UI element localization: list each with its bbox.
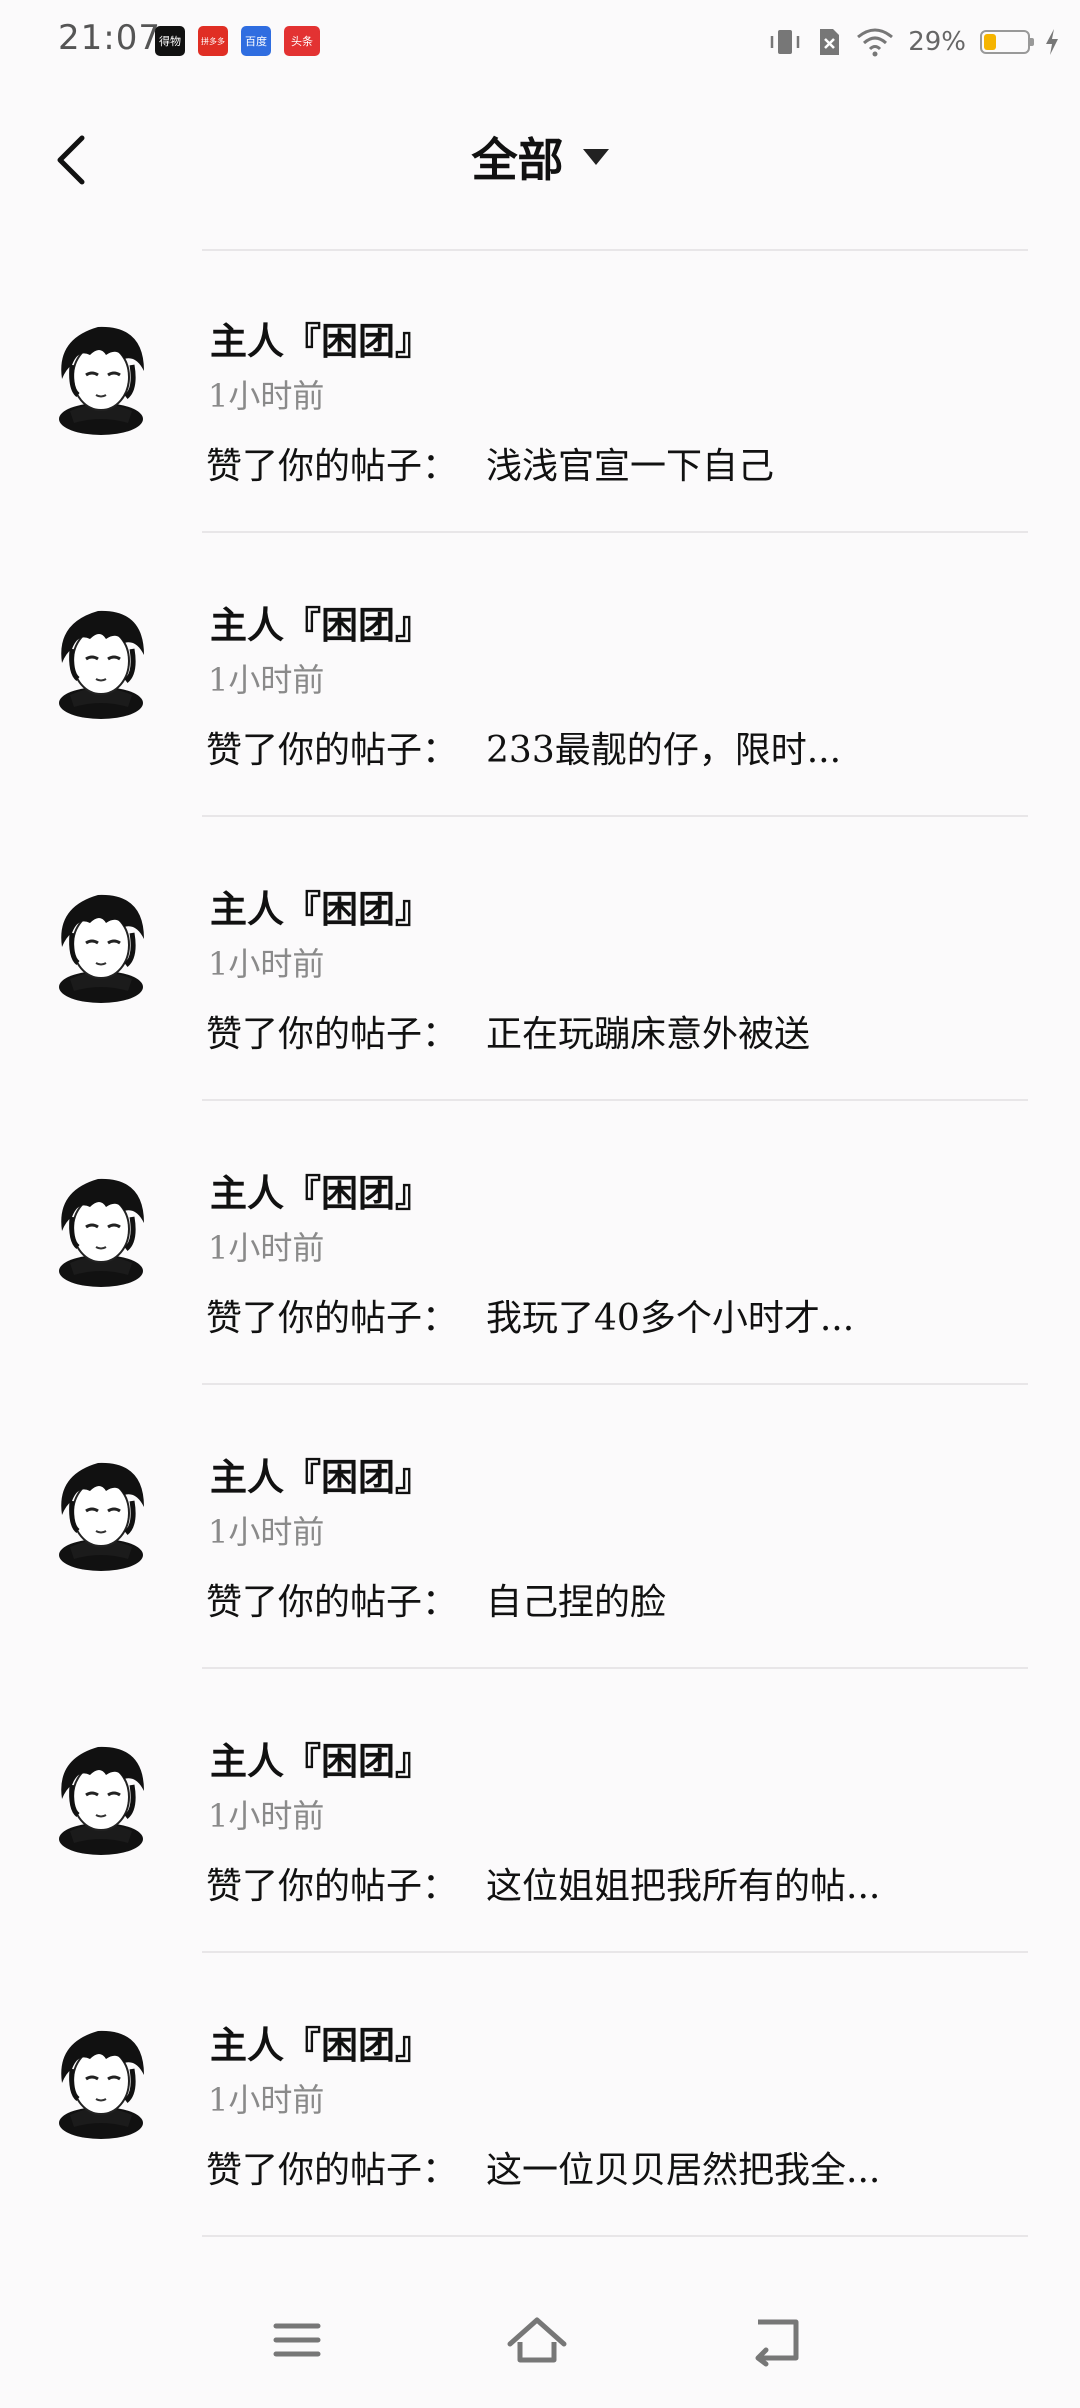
status-bar: 21:07 得物 拼多多 百度 头条 29% (0, 0, 1080, 80)
home-button[interactable] (502, 2310, 572, 2370)
avatar-icon (59, 1462, 144, 1571)
avatar[interactable] (48, 603, 154, 721)
user-name[interactable]: 主人『困团』 (210, 1447, 432, 1501)
avatar-icon (59, 2030, 144, 2139)
post-title[interactable]: 233最靓的仔，限时... (486, 730, 841, 771)
user-name[interactable]: 主人『困团』 (210, 595, 432, 649)
avatar[interactable] (48, 2023, 154, 2141)
user-name[interactable]: 主人『困团』 (210, 1731, 432, 1785)
charging-icon (1046, 29, 1058, 55)
user-name[interactable]: 主人『困团』 (210, 2015, 432, 2069)
like-action-label: 赞了你的帖子： (206, 730, 459, 771)
notification-text: 赞了你的帖子： 我玩了40多个小时才... (206, 1289, 854, 1341)
notification-item[interactable]: 主人『困团』 1小时前 赞了你的帖子： 233最靓的仔，限时... (0, 533, 1080, 817)
battery-fill (984, 34, 996, 50)
item-divider (202, 2235, 1028, 2237)
system-nav-bar (0, 2290, 1080, 2390)
avatar[interactable] (48, 887, 154, 1005)
notification-time: 1小时前 (208, 1513, 325, 1551)
notification-item[interactable]: 主人『困团』 1小时前 赞了你的帖子： 正在玩蹦床意外被送 (0, 817, 1080, 1101)
toutiao-app-icon: 头条 (284, 26, 320, 56)
notification-time: 1小时前 (208, 2081, 325, 2119)
user-name[interactable]: 主人『困团』 (210, 1163, 432, 1217)
post-title[interactable]: 正在玩蹦床意外被送 (486, 1014, 810, 1055)
notification-time: 1小时前 (208, 1229, 325, 1267)
avatar-icon (59, 894, 144, 1003)
menu-icon (273, 2323, 321, 2357)
user-name[interactable]: 主人『困团』 (210, 311, 432, 365)
notification-text: 赞了你的帖子： 浅浅官宣一下自己 (206, 437, 774, 489)
battery-icon (980, 30, 1034, 54)
like-action-label: 赞了你的帖子： (206, 1866, 459, 1907)
like-action-label: 赞了你的帖子： (206, 1014, 459, 1055)
notification-item[interactable]: 主人『困团』 1小时前 赞了你的帖子： 这一位贝贝居然把我全... (0, 1953, 1080, 2237)
caret-down-icon (582, 149, 609, 165)
return-button[interactable] (742, 2310, 812, 2370)
avatar[interactable] (48, 1739, 154, 1857)
filter-dropdown[interactable]: 全部 (0, 124, 1080, 190)
avatar-icon (59, 1178, 144, 1287)
header: 全部 (0, 110, 1080, 210)
post-title[interactable]: 浅浅官宣一下自己 (486, 446, 774, 487)
vibrate-icon (770, 30, 800, 54)
page-title: 全部 (471, 133, 564, 187)
menu-button[interactable] (262, 2310, 332, 2370)
notification-text: 赞了你的帖子： 这位姐姐把我所有的帖... (206, 1857, 880, 1909)
avatar[interactable] (48, 1171, 154, 1289)
notification-time: 1小时前 (208, 945, 325, 983)
home-icon (507, 2317, 567, 2363)
like-action-label: 赞了你的帖子： (206, 446, 459, 487)
post-title[interactable]: 这位姐姐把我所有的帖... (486, 1866, 880, 1907)
post-title[interactable]: 这一位贝贝居然把我全... (486, 2150, 880, 2191)
avatar[interactable] (48, 1455, 154, 1573)
notification-time: 1小时前 (208, 1797, 325, 1835)
notification-text: 赞了你的帖子： 正在玩蹦床意外被送 (206, 1005, 810, 1057)
status-time: 21:07 (58, 18, 161, 58)
notification-text: 赞了你的帖子： 233最靓的仔，限时... (206, 721, 841, 773)
notification-text: 赞了你的帖子： 自己捏的脸 (206, 1573, 666, 1625)
wifi-icon (857, 28, 894, 57)
avatar[interactable] (48, 319, 154, 437)
avatar-icon (59, 1746, 144, 1855)
notification-time: 1小时前 (208, 661, 325, 699)
notification-item[interactable]: 主人『困团』 1小时前 赞了你的帖子： 浅浅官宣一下自己 (0, 249, 1080, 533)
baidu-app-icon: 百度 (241, 26, 271, 56)
battery-percent: 29% (908, 27, 966, 57)
user-name[interactable]: 主人『困团』 (210, 879, 432, 933)
return-icon (755, 2319, 799, 2367)
no-sim-icon (820, 29, 840, 55)
avatar-icon (59, 326, 144, 435)
notification-time: 1小时前 (208, 377, 325, 415)
post-title[interactable]: 自己捏的脸 (486, 1582, 666, 1623)
avatar-icon (59, 610, 144, 719)
like-action-label: 赞了你的帖子： (206, 1582, 459, 1623)
notification-item[interactable]: 主人『困团』 1小时前 赞了你的帖子： 自己捏的脸 (0, 1385, 1080, 1669)
like-action-label: 赞了你的帖子： (206, 1298, 459, 1339)
notification-item[interactable]: 主人『困团』 1小时前 赞了你的帖子： 这位姐姐把我所有的帖... (0, 1669, 1080, 1953)
pinduoduo-app-icon: 拼多多 (198, 26, 228, 56)
notification-item[interactable]: 主人『困团』 1小时前 赞了你的帖子： 我玩了40多个小时才... (0, 1101, 1080, 1385)
like-action-label: 赞了你的帖子： (206, 2150, 459, 2191)
dewu-app-icon: 得物 (155, 26, 185, 56)
notification-text: 赞了你的帖子： 这一位贝贝居然把我全... (206, 2141, 880, 2193)
post-title[interactable]: 我玩了40多个小时才... (486, 1298, 854, 1339)
status-right: 29% (768, 22, 1060, 62)
notification-list: 主人『困团』 1小时前 赞了你的帖子： 浅浅官宣一下自己 主人『困团』 1小时前 … (0, 249, 1080, 2237)
